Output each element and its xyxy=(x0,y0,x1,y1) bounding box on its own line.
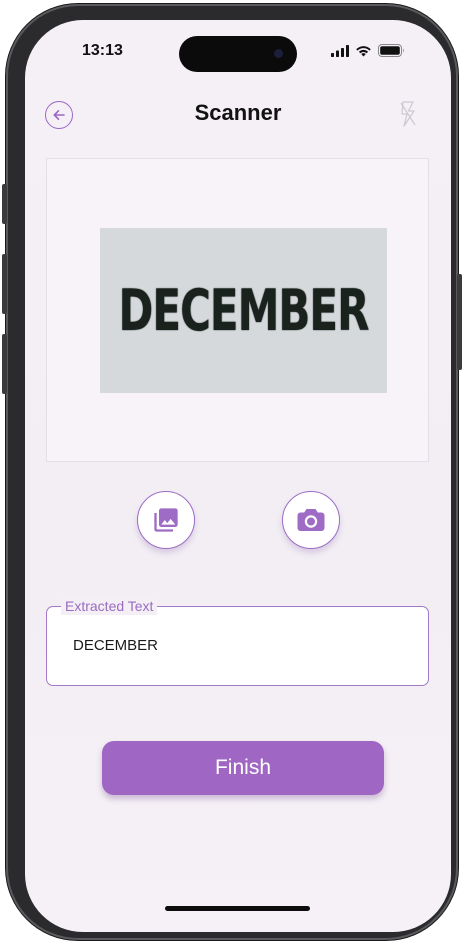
gallery-button[interactable] xyxy=(137,491,195,549)
status-icons xyxy=(331,44,405,57)
cellular-signal-icon xyxy=(331,44,349,57)
status-time: 13:13 xyxy=(82,42,123,59)
camera-button[interactable] xyxy=(282,491,340,549)
flash-toggle-button[interactable] xyxy=(399,100,417,128)
wifi-icon xyxy=(356,45,371,56)
battery-icon xyxy=(378,44,404,57)
scanned-image-text: DECEMBER xyxy=(118,277,370,344)
extracted-text-label: Extracted Text xyxy=(61,597,158,615)
dynamic-island xyxy=(179,36,297,72)
screen: 13:13 Scanner DECEMBER Extracted Text DE… xyxy=(25,20,451,932)
finish-button[interactable]: Finish xyxy=(102,741,384,795)
camera-icon xyxy=(297,509,325,531)
extracted-text-field[interactable]: Extracted Text DECEMBER xyxy=(46,597,429,686)
image-preview-area: DECEMBER xyxy=(46,158,429,462)
scanned-image: DECEMBER xyxy=(100,228,387,393)
volume-up-button xyxy=(2,254,7,314)
flash-off-icon xyxy=(400,101,416,127)
home-indicator xyxy=(165,906,310,911)
page-title: Scanner xyxy=(194,100,282,125)
front-camera xyxy=(274,49,283,58)
power-button xyxy=(457,274,462,370)
volume-down-button xyxy=(2,334,7,394)
action-button xyxy=(2,184,7,224)
photo-library-icon xyxy=(154,508,178,532)
extracted-text-value[interactable]: DECEMBER xyxy=(73,637,158,654)
phone-frame: 13:13 Scanner DECEMBER Extracted Text DE… xyxy=(2,4,462,940)
